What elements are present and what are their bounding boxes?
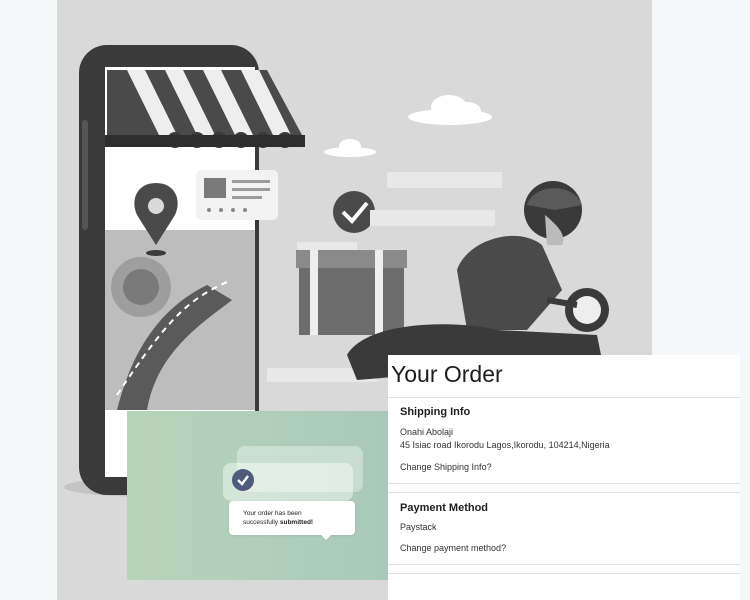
order-panel: Your Order Shipping Info Onahi Abolaji 4…	[388, 355, 740, 600]
payment-method: Paystack	[400, 522, 437, 532]
page-title: Your Order	[391, 361, 503, 387]
message-bubble: Your order has been successfully submitt…	[229, 501, 355, 540]
cloud-icon	[324, 95, 492, 157]
parcel-box-icon	[296, 250, 407, 335]
divider	[388, 573, 740, 574]
shipping-name: Onahi Abolaji	[400, 427, 454, 437]
shipping-heading: Shipping Info	[400, 406, 471, 418]
message-bold: submitted!	[279, 519, 314, 526]
payment-heading: Payment Method	[400, 502, 489, 514]
divider	[388, 564, 740, 565]
change-payment-link[interactable]: Change payment method?	[400, 543, 506, 553]
store-awning-icon	[105, 70, 305, 148]
shipping-address: 45 Isiac road Ikorodu Lagos,Ikorodu, 104…	[400, 440, 610, 450]
check-circle-icon	[232, 469, 254, 491]
info-card-icon	[196, 170, 278, 220]
order-submitted-message: Your order has been successfully submitt…	[243, 509, 333, 527]
divider	[388, 483, 740, 484]
change-shipping-link[interactable]: Change Shipping Info?	[400, 462, 492, 472]
divider	[388, 397, 740, 398]
check-circle-icon	[333, 191, 375, 233]
divider	[388, 492, 740, 493]
